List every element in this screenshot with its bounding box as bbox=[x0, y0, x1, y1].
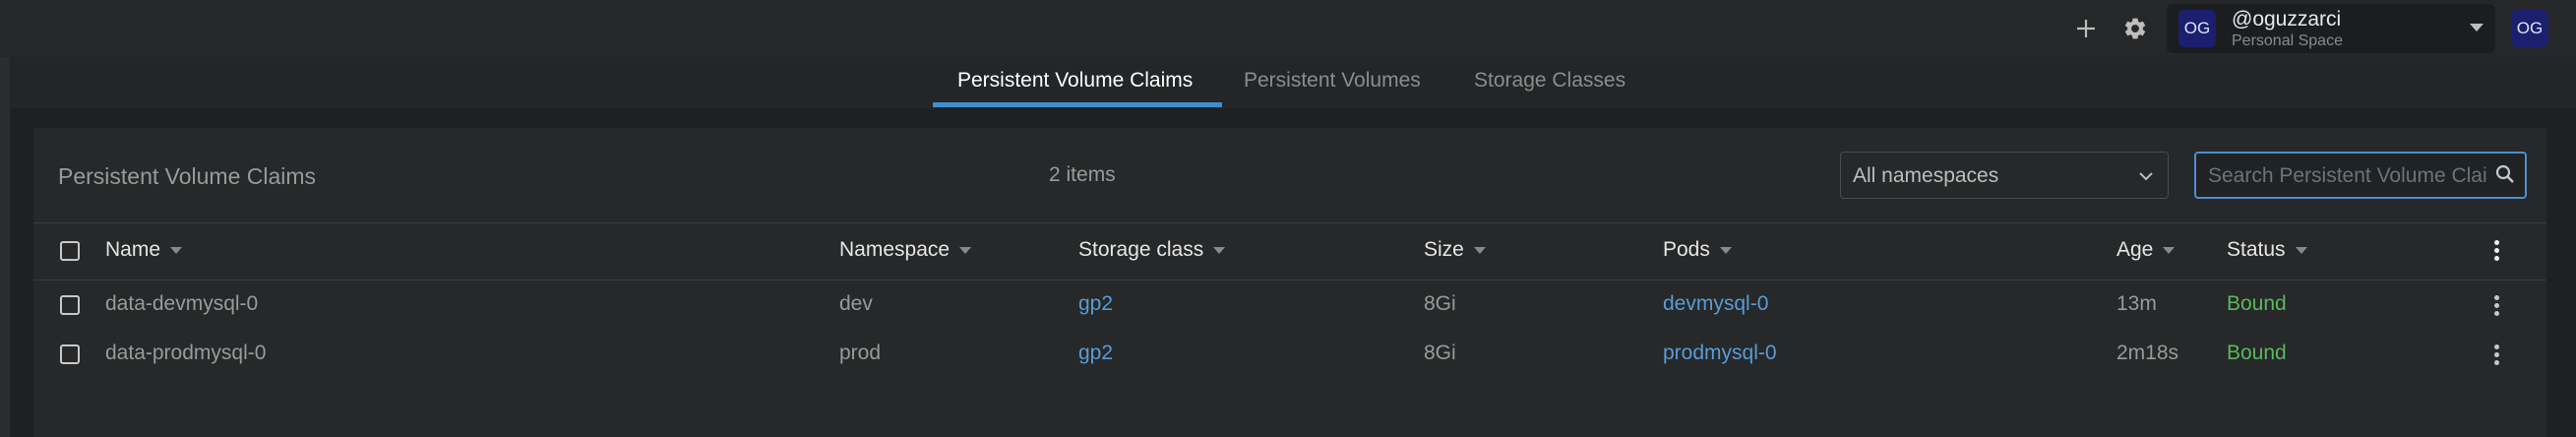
tab-bar: Persistent Volume Claims Persistent Volu… bbox=[10, 57, 2576, 108]
panel-header: Persistent Volume Claims 2 items All nam… bbox=[33, 128, 2546, 223]
sort-icon bbox=[2163, 246, 2176, 254]
sort-icon bbox=[2295, 246, 2307, 254]
column-menu-icon[interactable] bbox=[2486, 240, 2506, 261]
namespace-select-value: All namespaces bbox=[1853, 164, 1999, 187]
table-header: Name Namespace Storage class Size Pods A… bbox=[33, 222, 2546, 281]
column-header-status[interactable]: Status bbox=[2227, 238, 2307, 262]
column-label: Storage class bbox=[1078, 238, 1204, 261]
cell-pods-link[interactable]: devmysql-0 bbox=[1663, 292, 1768, 316]
caret-down-icon bbox=[2470, 24, 2484, 31]
account-avatar: OG bbox=[2178, 10, 2216, 47]
top-bar: OG @oguzzarci Personal Space OG bbox=[0, 0, 2576, 57]
cell-size: 8Gi bbox=[1424, 292, 1456, 315]
page-title: Persistent Volume Claims bbox=[58, 163, 317, 189]
column-header-namespace[interactable]: Namespace bbox=[839, 238, 972, 262]
account-name: @oguzzarci bbox=[2232, 8, 2342, 31]
cell-name: data-devmysql-0 bbox=[105, 292, 259, 315]
chevron-down-icon bbox=[2139, 172, 2153, 181]
settings-button[interactable] bbox=[2116, 14, 2155, 43]
sort-icon bbox=[1473, 246, 1486, 254]
cell-namespace: prod bbox=[839, 342, 882, 364]
sort-icon bbox=[959, 246, 972, 254]
tab-storage-classes[interactable]: Storage Classes bbox=[1474, 69, 1625, 93]
column-label: Pods bbox=[1663, 238, 1710, 261]
column-header-name[interactable]: Name bbox=[105, 238, 183, 262]
namespace-select[interactable]: All namespaces bbox=[1840, 152, 2169, 199]
table-row[interactable]: data-prodmysql-0 prod gp2 8Gi prodmysql-… bbox=[33, 330, 2546, 379]
cell-storage-class-link[interactable]: gp2 bbox=[1078, 292, 1113, 316]
cell-storage-class-link[interactable]: gp2 bbox=[1078, 342, 1113, 365]
row-checkbox[interactable] bbox=[60, 295, 80, 315]
user-avatar[interactable]: OG bbox=[2511, 10, 2548, 47]
cell-age: 2m18s bbox=[2116, 342, 2179, 364]
active-tab-indicator bbox=[933, 102, 1222, 107]
plus-icon bbox=[2077, 20, 2095, 37]
status-badge: Bound bbox=[2227, 292, 2287, 315]
row-menu-icon[interactable] bbox=[2486, 295, 2506, 316]
select-all-checkbox[interactable] bbox=[60, 241, 80, 261]
search-box[interactable] bbox=[2194, 152, 2527, 199]
cell-age: 13m bbox=[2116, 292, 2157, 315]
tabs-separator bbox=[10, 108, 2576, 128]
row-menu-icon[interactable] bbox=[2486, 344, 2506, 365]
column-header-age[interactable]: Age bbox=[2116, 238, 2176, 262]
cell-namespace: dev bbox=[839, 292, 873, 315]
left-sidebar-edge bbox=[0, 57, 10, 437]
cell-size: 8Gi bbox=[1424, 342, 1456, 364]
cell-name: data-prodmysql-0 bbox=[105, 342, 267, 364]
sort-icon bbox=[1719, 246, 1732, 254]
tab-persistent-volumes[interactable]: Persistent Volumes bbox=[1244, 69, 1421, 93]
pvc-list-panel: Persistent Volume Claims 2 items All nam… bbox=[33, 128, 2546, 437]
column-header-storage-class[interactable]: Storage class bbox=[1078, 238, 1226, 262]
tab-persistent-volume-claims[interactable]: Persistent Volume Claims bbox=[957, 69, 1193, 93]
column-label: Status bbox=[2227, 238, 2286, 261]
account-space: Personal Space bbox=[2232, 32, 2343, 49]
column-label: Namespace bbox=[839, 238, 951, 261]
column-header-size[interactable]: Size bbox=[1424, 238, 1486, 262]
gear-icon bbox=[2124, 18, 2146, 39]
column-label: Age bbox=[2116, 238, 2154, 261]
search-input[interactable] bbox=[2206, 161, 2490, 191]
cell-pods-link[interactable]: prodmysql-0 bbox=[1663, 342, 1777, 365]
add-button[interactable] bbox=[2066, 14, 2106, 43]
column-label: Name bbox=[105, 238, 161, 261]
table-row[interactable]: data-devmysql-0 dev gp2 8Gi devmysql-0 1… bbox=[33, 281, 2546, 330]
items-count: 2 items bbox=[1049, 163, 1116, 186]
column-header-pods[interactable]: Pods bbox=[1663, 238, 1732, 262]
search-icon bbox=[2495, 164, 2514, 183]
row-checkbox[interactable] bbox=[60, 344, 80, 364]
account-switcher[interactable]: OG @oguzzarci Personal Space bbox=[2167, 4, 2495, 53]
column-label: Size bbox=[1424, 238, 1464, 261]
sort-icon bbox=[170, 246, 183, 254]
status-badge: Bound bbox=[2227, 342, 2287, 364]
sort-icon bbox=[1213, 246, 1226, 254]
